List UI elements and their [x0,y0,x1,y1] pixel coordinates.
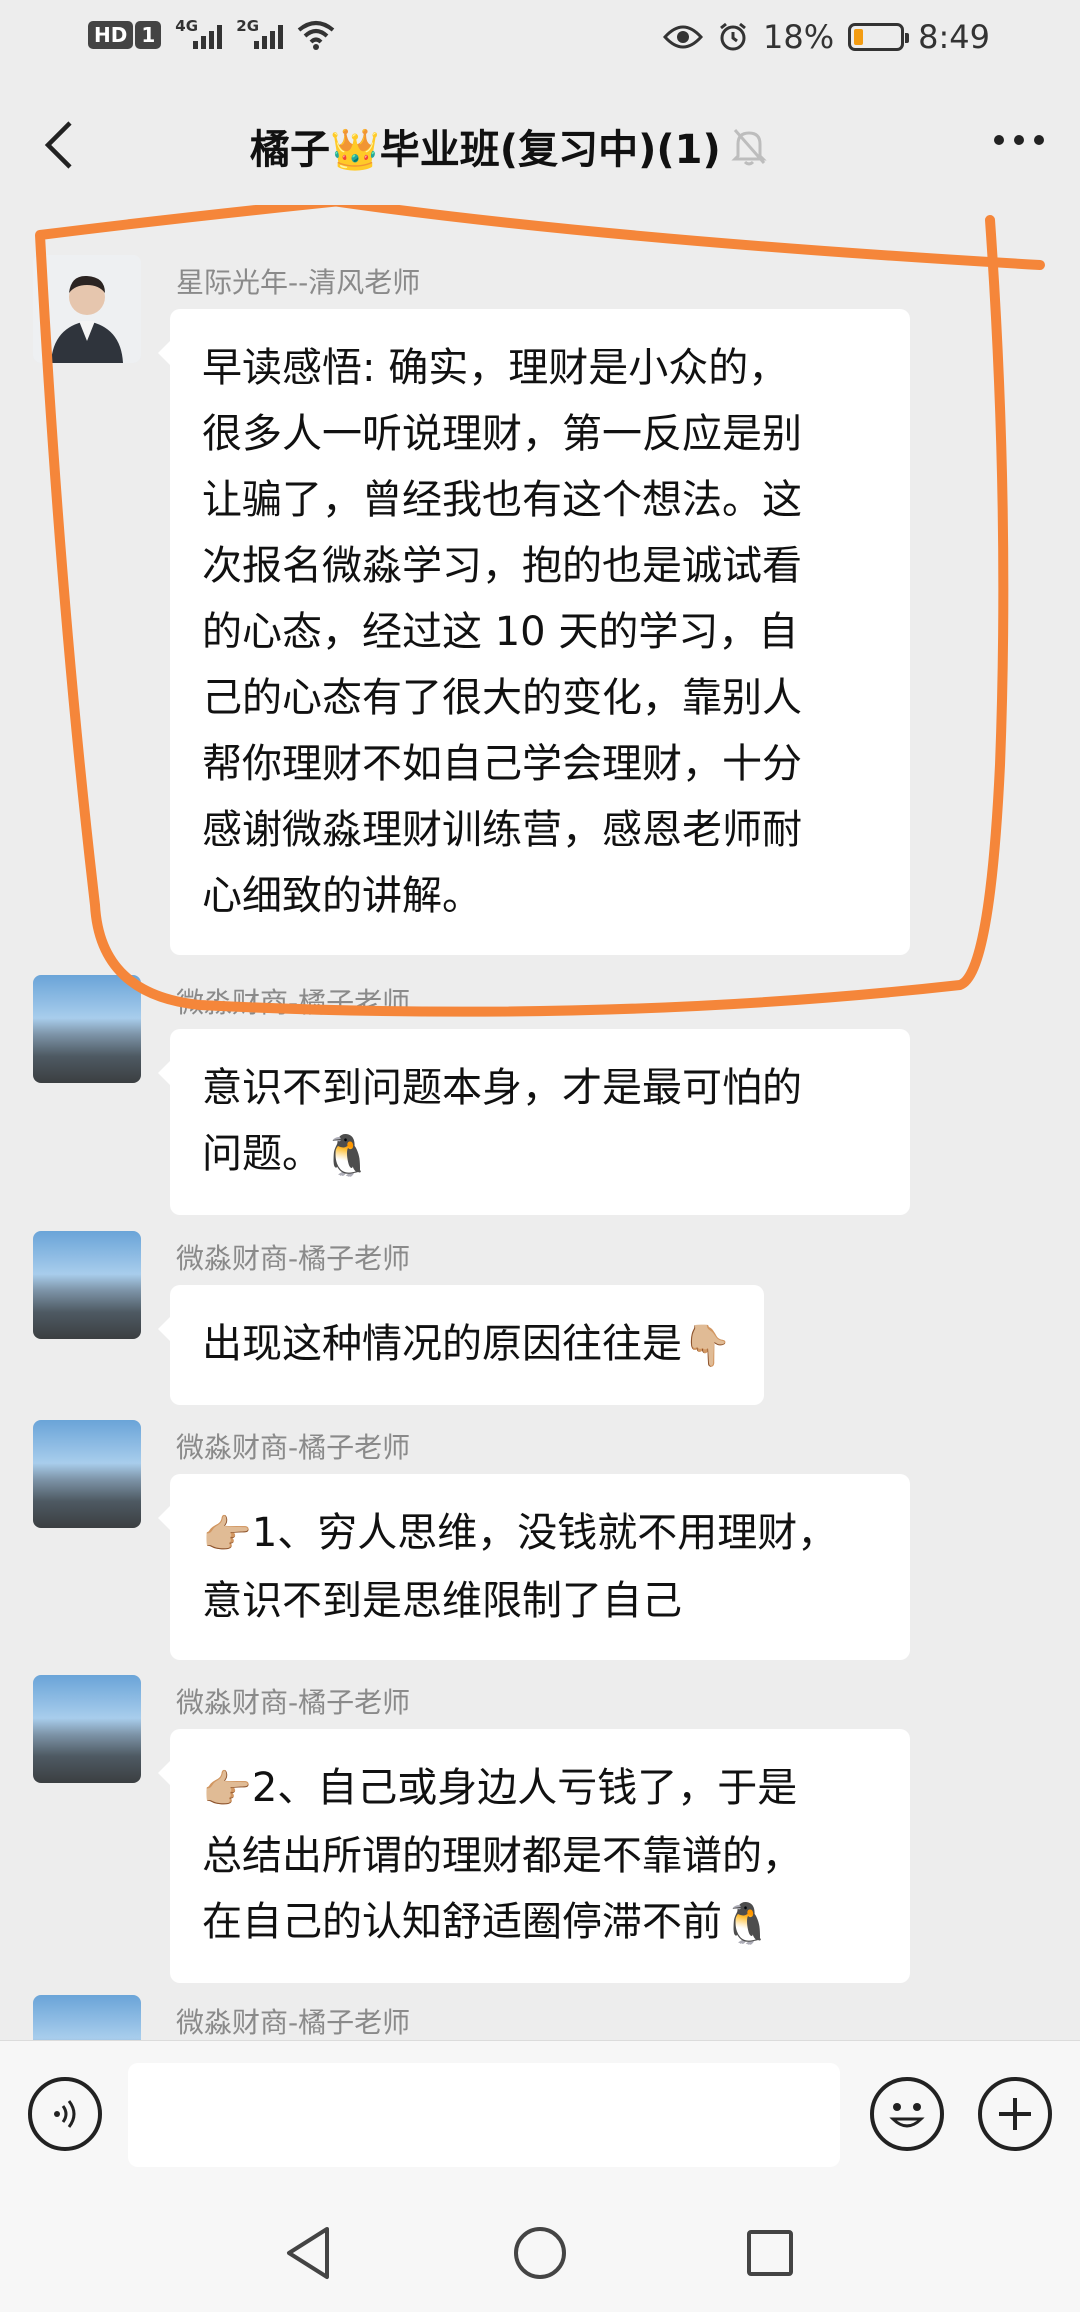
input-bar [0,2040,1080,2190]
clock: 8:49 [918,18,990,56]
message-line: 早读感悟: 确实，理财是小众的， [202,345,789,391]
plus-icon [999,2098,1031,2130]
voice-icon [54,2100,76,2128]
alarm-icon [720,22,746,51]
message-line: 出现这种情况的原因往往是👇🏼 [202,1311,732,1379]
network-type-2: 2G [236,17,260,35]
chevron-left-icon [44,121,72,169]
landscape-avatar[interactable] [33,1420,141,1528]
landscape-avatar[interactable] [33,975,141,1083]
pointing-right-emoji-icon: 👉🏼 [202,1512,252,1558]
message-line: 很多人一听说理财，第一反应是别 [202,411,802,457]
nav-home-icon [514,2227,566,2279]
status-right: 18% 8:49 [663,18,990,56]
more-button[interactable] [994,135,1044,145]
sender-name: 微淼财商-橘子老师 [176,1242,411,1275]
bell-off-icon [731,129,767,166]
eye-icon [663,25,704,49]
chat-title: 橘子👑毕业班(复习中)(1) [250,127,721,173]
penguin-emoji-icon: 🐧 [722,1901,772,1947]
back-button[interactable] [34,117,84,173]
message-line: 👉🏼2、自己或身边人亏钱了，于是 [202,1755,878,1823]
message-bubble[interactable]: 出现这种情况的原因往往是👇🏼 [158,1285,764,1405]
teacher-avatar[interactable] [33,255,141,363]
sender-name: 微淼财商-橘子老师 [176,986,411,1019]
more-dots-icon [994,135,1004,145]
hd-badge: HD [88,21,134,49]
chat-list[interactable]: 星际光年--清风老师 早读感悟: 确实，理财是小众的， 很多人一听说理财，第一反… [0,205,1080,2040]
wifi-icon [297,21,335,50]
sender-name: 微淼财商-橘子老师 [176,2006,411,2039]
message-line: 👉🏼1、穷人思维，没钱就不用理财， [202,1500,878,1568]
pointing-down-emoji-icon: 👇🏼 [682,1323,732,1369]
nav-home-button[interactable] [500,2218,580,2288]
pointing-right-emoji-icon: 👉🏼 [202,1767,252,1813]
battery-icon [848,23,910,51]
sim1-badge: 1 [135,21,162,49]
chat-header: 橘子👑毕业班(复习中)(1) [0,95,1080,195]
status-left: HD 1 4G 2G [88,17,335,50]
network-type-1: 4G [175,17,199,35]
voice-button[interactable] [28,2077,102,2151]
message-line: 在自己的认知舒适圈停滞不前🐧 [202,1889,878,1957]
message-line: 的心态，经过这 10 天的学习，自 [202,609,799,655]
sender-name: 微淼财商-橘子老师 [176,1431,411,1464]
landscape-avatar[interactable] [33,1995,141,2040]
title-wrap: 橘子👑毕业班(复习中)(1) [250,117,767,175]
landscape-avatar[interactable] [33,1675,141,1783]
signal-icon-1: 4G [175,17,223,49]
message-bubble[interactable]: 👉🏼1、穷人思维，没钱就不用理财， 意识不到是思维限制了自己 [158,1474,910,1660]
signal-icon-2: 2G [236,17,284,49]
sender-name: 微淼财商-橘子老师 [176,1686,411,1719]
message-line: 心细致的讲解。 [202,873,482,919]
emoji-icon [889,2103,925,2128]
message-line: 己的心态有了很大的变化，靠别人 [202,675,802,721]
penguin-emoji-icon: 🐧 [322,1133,372,1179]
message-line: 感谢微淼理财训练营，感恩老师耐 [202,807,802,853]
message-line: 问题。🐧 [202,1121,878,1189]
nav-back-icon [287,2227,329,2279]
message-line: 意识不到问题本身，才是最可怕的 [202,1065,802,1111]
battery-percent: 18% [763,18,835,56]
nav-recents-button[interactable] [730,2218,810,2288]
plus-button[interactable] [978,2077,1052,2151]
message-line: 总结出所谓的理财都是不靠谱的， [202,1833,802,1879]
sender-name: 星际光年--清风老师 [176,266,421,299]
message-line: 帮你理财不如自己学会理财，十分 [202,741,802,787]
emoji-button[interactable] [870,2077,944,2151]
message-bubble[interactable]: 意识不到问题本身，才是最可怕的 问题。🐧 [158,1029,910,1215]
nav-recents-icon [747,2230,793,2276]
message-line: 次报名微淼学习，抱的也是诚试看 [202,543,802,589]
message-input[interactable] [128,2063,840,2167]
nav-back-button[interactable] [268,2218,348,2288]
message-line: 意识不到是思维限制了自己 [202,1578,682,1624]
message-line: 让骗了，曾经我也有这个想法。这 [202,477,802,523]
system-nav-bar [0,2190,1080,2312]
message-bubble[interactable]: 早读感悟: 确实，理财是小众的， 很多人一听说理财，第一反应是别 让骗了，曾经我… [158,309,910,955]
message-bubble[interactable]: 👉🏼2、自己或身边人亏钱了，于是 总结出所谓的理财都是不靠谱的， 在自己的认知舒… [158,1729,910,1983]
status-bar: HD 1 4G 2G 18% 8:49 [0,0,1080,80]
landscape-avatar[interactable] [33,1231,141,1339]
